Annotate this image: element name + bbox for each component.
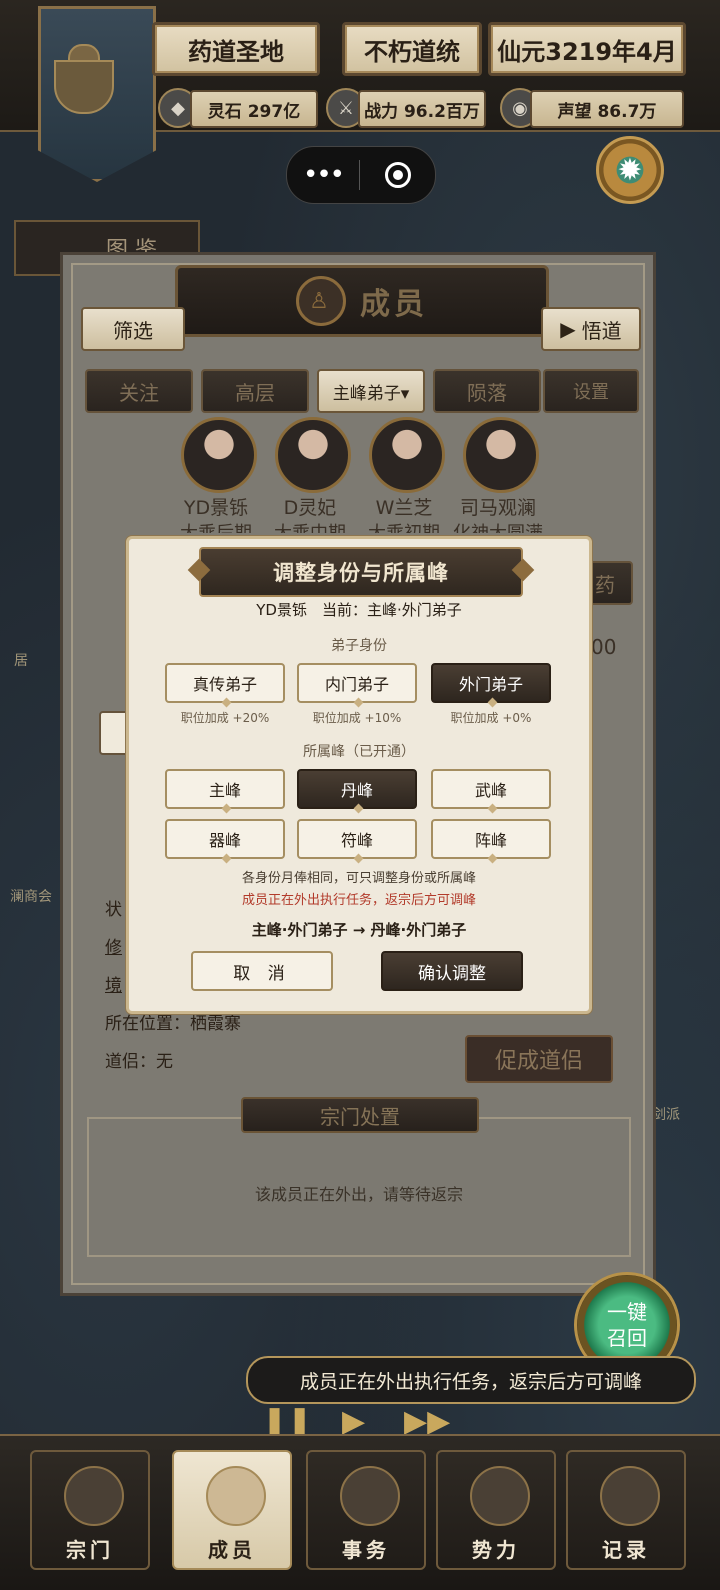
- cancel-button[interactable]: 取 消: [191, 951, 333, 991]
- book-icon: [600, 1466, 660, 1526]
- scroll-icon: [340, 1466, 400, 1526]
- tab-elders[interactable]: 高层: [201, 369, 309, 413]
- member-stage: 大乘中期: [262, 519, 358, 533]
- mini-program-capsule: •••: [286, 146, 436, 204]
- identity-bonus: 职位加成 +20%: [180, 711, 270, 725]
- member-stage: 大乘后期: [168, 519, 264, 533]
- tab-follow[interactable]: 关注: [85, 369, 193, 413]
- power-stat: 战力 96.2百万: [358, 90, 486, 128]
- peak-option-talisman[interactable]: 符峰: [297, 819, 417, 859]
- peak-option-formation[interactable]: 阵峰: [431, 819, 551, 859]
- away-warning: 成员正在外出执行任务，返宗后方可调峰: [241, 893, 476, 908]
- enlighten-button[interactable]: ▶ 悟道: [541, 307, 641, 351]
- nav-label: 事务: [342, 1538, 390, 1562]
- realm-label: 境: [105, 976, 122, 996]
- toast-message: 成员正在外出执行任务，返宗后方可调峰: [246, 1356, 696, 1404]
- map-label: 居: [14, 653, 28, 669]
- identity-bonus: 职位加成 +10%: [312, 711, 402, 725]
- member-avatar[interactable]: [463, 417, 539, 493]
- member-avatar[interactable]: [181, 417, 257, 493]
- reputation-stat: 声望 86.7万: [530, 90, 684, 128]
- member-avatar[interactable]: [275, 417, 351, 493]
- adjust-identity-dialog: 调整身份与所属峰 YD景铄 当前：主峰·外门弟子 弟子身份 真传弟子 内门弟子 …: [126, 536, 592, 1014]
- nav-label: 成员: [208, 1538, 256, 1562]
- identity-option-outer-disciple[interactable]: 外门弟子: [431, 663, 551, 703]
- member-icon: [206, 1466, 266, 1526]
- salary-note: 各身份月俸相同，可只调整身份或所属峰: [241, 871, 476, 886]
- member-avatar[interactable]: [369, 417, 445, 493]
- current-status: YD景铄 当前：主峰·外门弟子: [256, 601, 462, 619]
- confirm-adjust-button[interactable]: 确认调整: [381, 951, 523, 991]
- faction-banner-icon: [470, 1466, 530, 1526]
- nav-label: 势力: [472, 1538, 520, 1562]
- member-name: YD景铄: [183, 497, 249, 519]
- nav-affairs[interactable]: 事务: [306, 1450, 426, 1570]
- nav-factions[interactable]: 势力: [436, 1450, 556, 1570]
- member-stage: 大乘初期: [356, 519, 452, 533]
- identity-option-inner-disciple[interactable]: 内门弟子: [297, 663, 417, 703]
- bottom-navigation: 宗门 成员 事务 势力 记录: [0, 1434, 720, 1590]
- sect-lineage: 不朽道统: [342, 22, 482, 76]
- peak-option-artifact[interactable]: 器峰: [165, 819, 285, 859]
- nav-records[interactable]: 记录: [566, 1450, 686, 1570]
- panel-title: ♙ 成员: [175, 265, 549, 337]
- member-value: 00: [591, 635, 617, 659]
- identity-option-true-disciple[interactable]: 真传弟子: [165, 663, 285, 703]
- nav-label: 记录: [602, 1538, 650, 1562]
- cauldron-icon: [54, 60, 114, 114]
- close-icon[interactable]: [360, 162, 435, 188]
- change-preview: 主峰·外门弟子 → 丹峰·外门弟子: [251, 921, 467, 939]
- sect-action-message: 该成员正在外出，请等待返宗: [254, 1185, 463, 1204]
- make-companion-button[interactable]: 促成道侣: [465, 1035, 613, 1083]
- peak-option-martial[interactable]: 武峰: [431, 769, 551, 809]
- identity-bonus: 职位加成 +0%: [450, 711, 532, 725]
- member-name: W兰芝: [375, 497, 433, 519]
- dialog-title: 调整身份与所属峰: [199, 547, 523, 597]
- identity-section-label: 弟子身份: [331, 638, 387, 654]
- companion-info: 道侣：无: [105, 1052, 173, 1072]
- nav-label: 宗门: [66, 1538, 114, 1562]
- member-stage: 化神大圆满: [450, 519, 546, 533]
- peak-option-alchemy[interactable]: 丹峰: [297, 769, 417, 809]
- filter-button[interactable]: 筛选: [81, 307, 185, 351]
- nav-members[interactable]: 成员: [172, 1450, 292, 1570]
- status-label: 状: [105, 900, 122, 920]
- sect-action-box: 该成员正在外出，请等待返宗: [87, 1117, 631, 1257]
- enlighten-label: 悟道: [581, 318, 622, 343]
- member-icon: ♙: [296, 276, 346, 326]
- game-date: 仙元3219年4月: [488, 22, 686, 76]
- map-label: 剑派: [652, 1107, 680, 1123]
- sect-gate-icon: [64, 1466, 124, 1526]
- cultivation-label: 修: [105, 938, 122, 958]
- recall-label-line1: 一键: [607, 1300, 647, 1324]
- peak-section-label: 所属峰（已开通）: [303, 744, 415, 760]
- peak-option-main[interactable]: 主峰: [165, 769, 285, 809]
- video-icon: ▶: [560, 317, 576, 341]
- tab-fallen[interactable]: 陨落: [433, 369, 541, 413]
- tab-main-peak-disciples[interactable]: 主峰弟子▾: [317, 369, 425, 413]
- sect-name: 药道圣地: [152, 22, 320, 76]
- tab-settings[interactable]: 设置: [543, 369, 639, 413]
- nav-sect[interactable]: 宗门: [30, 1450, 150, 1570]
- member-name: 司马观澜: [459, 497, 536, 519]
- more-icon[interactable]: •••: [287, 160, 359, 190]
- settings-gear-icon[interactable]: ✹: [596, 136, 664, 204]
- member-name: D灵妃: [283, 497, 337, 519]
- spirit-stone-stat: 灵石 297亿: [190, 90, 318, 128]
- map-label: 澜商会: [10, 889, 52, 905]
- recall-label-line2: 召回: [607, 1326, 647, 1350]
- panel-title-text: 成员: [360, 287, 428, 322]
- sect-action-title: 宗门处置: [241, 1097, 479, 1133]
